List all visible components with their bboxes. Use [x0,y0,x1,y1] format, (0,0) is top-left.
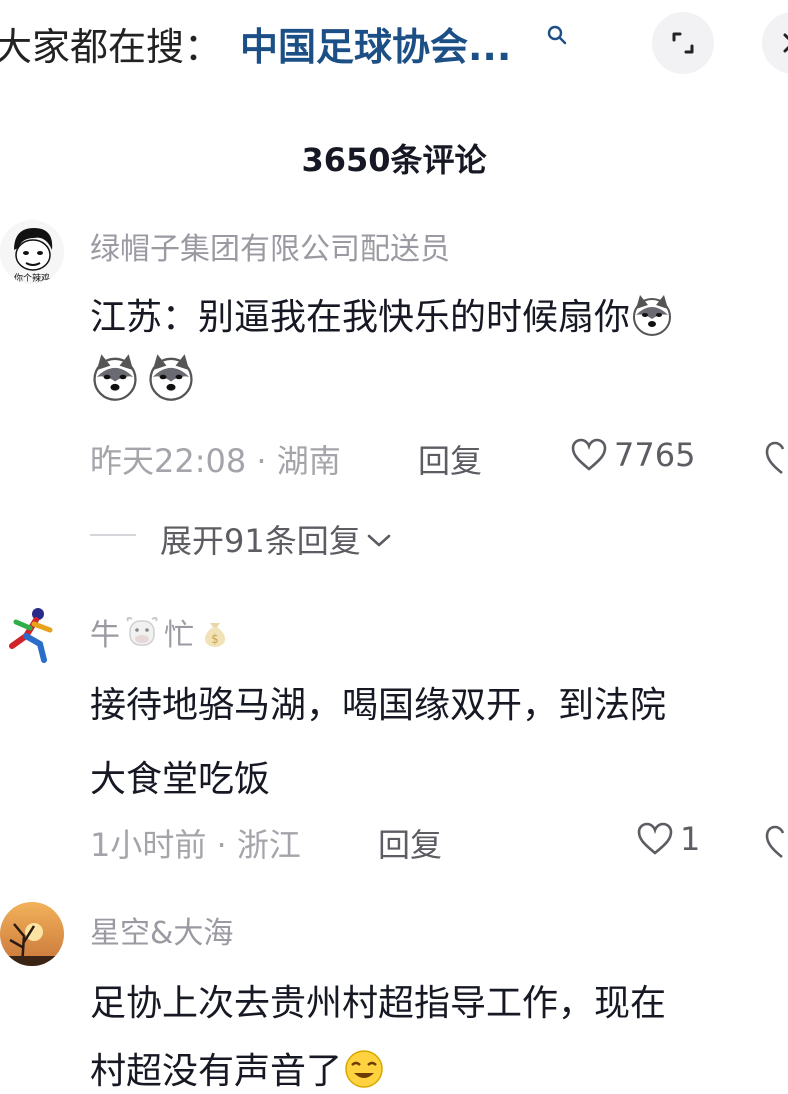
husky-emoji-icon [149,354,193,401]
comment-item: 星空&大海 足协上次去贵州村超指导工作，现在 村超没有声音了 [0,898,788,1092]
username-part: 牛 [90,618,120,653]
comment-text-line: 村超没有声音了 [90,1042,386,1094]
comment-text-line: 足协上次去贵州村超指导工作，现在 [90,983,667,1024]
expand-replies-text: 展开91条回复 [160,522,361,560]
husky-emoji-icon [633,295,672,336]
avatar[interactable]: 你个辣鸡 [0,220,64,284]
comment-time: 1小时前 [90,826,207,864]
expand-icon [672,32,694,54]
comment-username[interactable]: 星空&大海 [90,908,233,952]
comment-meta: 昨天22:08 · 湖南 [90,442,341,480]
divider-line [90,534,136,536]
reply-button[interactable]: 回复 [418,436,482,482]
like-button[interactable]: 1 [636,820,700,858]
comment-username[interactable]: 牛 忙 $ [90,610,232,654]
comment-time: 昨天22:08 [90,442,247,480]
comment-count-title: 3650条评论 [301,141,487,179]
like-count: 1 [680,820,701,858]
heart-icon [571,438,607,471]
avatar[interactable] [0,602,64,666]
avatar[interactable] [0,902,64,966]
comment-text-line: 接待地骆马湖，喝国缘双开，到法院 [90,685,667,726]
comment-meta: 1小时前 · 浙江 [90,826,301,864]
close-icon [783,33,788,53]
chevron-down-icon [367,534,391,547]
comment-item: 牛忙 $ 接待地骆马湖，喝国缘双开，到法院 大食堂吃饭 1小时前 · 浙江 回复 … [0,602,788,872]
top-search-bar: 大家都在搜： 中国足球协会... [0,0,788,90]
meme-face-icon: 你个辣鸡 [0,220,64,284]
reply-button[interactable]: 回复 [378,820,442,866]
laughing-emoji-icon [345,1050,383,1088]
cow-emoji-icon [126,616,158,646]
search-term-link[interactable]: 中国足球协会... [240,16,511,71]
sunset-tree-avatar-icon [0,902,64,966]
runner-avatar-icon [0,602,64,666]
husky-emoji-icon [93,354,137,401]
comment-text-line: 江苏：别逼我在我快乐的时候扇你 [90,297,631,338]
close-button[interactable] [762,12,788,74]
dislike-icon[interactable] [764,440,788,476]
svg-text:$: $ [211,632,219,646]
dislike-icon[interactable] [764,824,788,860]
like-button[interactable]: 7765 [570,436,695,474]
comment-item: 你个辣鸡 绿帽子集团有限公司配送员 江苏：别逼我在我快乐的时候扇你 昨天22:0… [0,218,788,558]
comment-text: 江苏：别逼我在我快乐的时候扇你 [90,288,674,340]
like-count: 7765 [614,436,696,474]
search-prefix-label: 大家都在搜： [0,25,223,69]
comment-location: 浙江 [236,826,301,864]
comment-location: 湖南 [276,442,341,480]
search-icon[interactable] [546,24,568,46]
comment-text-content: 村超没有声音了 [90,1051,343,1092]
comment-username[interactable]: 绿帽子集团有限公司配送员 [90,224,450,268]
money-bag-icon: $ [204,623,226,647]
expand-button[interactable] [652,12,714,74]
emoji-row [90,352,196,402]
avatar-caption: 你个辣鸡 [14,272,50,284]
comment-text-line: 大食堂吃饭 [90,759,271,800]
username-part: 忙 [164,618,194,653]
heart-icon [637,822,673,855]
expand-replies-label: 展开91条回复 [160,516,393,562]
